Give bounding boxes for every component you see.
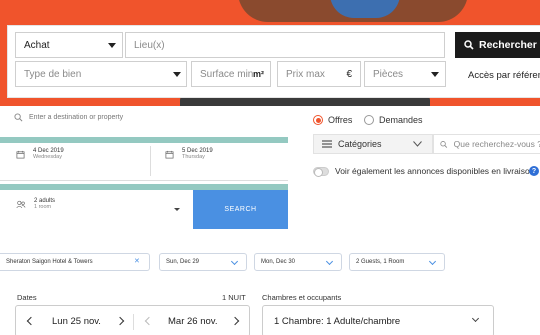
chevron-down-icon bbox=[230, 257, 239, 266]
rooms-select[interactable]: Pièces bbox=[364, 61, 446, 87]
rechercher-label: Rechercher bbox=[479, 39, 537, 51]
radio-demandes[interactable]: Demandes bbox=[364, 115, 423, 125]
transaction-select[interactable]: Achat bbox=[15, 32, 123, 58]
people-icon bbox=[16, 200, 26, 208]
listing-search-placeholder: Que recherchez-vous ? bbox=[453, 139, 540, 149]
checkin-date-field[interactable]: 4 Dec 2019 Wednesday bbox=[16, 148, 64, 160]
rooms-occupants-select[interactable]: 1 Chambre: 1 Adulte/chambre bbox=[262, 305, 494, 335]
checkin-pill[interactable]: Sun, Dec 29 bbox=[159, 253, 247, 271]
property-type-select[interactable]: Type de bien bbox=[15, 61, 187, 87]
hotel-name: Sheraton Saigon Hotel & Towers bbox=[6, 259, 93, 265]
nights-label: 1 NUIT bbox=[222, 293, 246, 302]
checkout-pill[interactable]: Mon, Dec 30 bbox=[254, 253, 342, 271]
checkout-pill-label: Mon, Dec 30 bbox=[261, 259, 296, 265]
caret-down-icon bbox=[431, 72, 439, 77]
checkin-value[interactable]: Lun 25 nov. bbox=[52, 316, 101, 327]
location-placeholder: Lieu(x) bbox=[134, 39, 165, 51]
guests-rooms-pill[interactable]: 2 Guests, 1 Room bbox=[349, 253, 445, 271]
surface-placeholder: Surface min bbox=[200, 68, 254, 80]
checkout-date-field[interactable]: 5 Dec 2019 Thursday bbox=[165, 148, 213, 160]
checkin-pill-label: Sun, Dec 29 bbox=[166, 259, 200, 265]
destination-placeholder: Enter a destination or property bbox=[29, 114, 124, 121]
surface-unit: m² bbox=[253, 69, 264, 79]
clear-icon[interactable]: ✕ bbox=[134, 257, 140, 265]
rechercher-button[interactable]: Rechercher bbox=[455, 32, 540, 58]
date-divider bbox=[150, 146, 151, 176]
location-input[interactable]: Lieu(x) bbox=[125, 32, 445, 58]
categories-label: Catégories bbox=[338, 139, 382, 149]
chevron-down-icon bbox=[325, 257, 334, 266]
price-placeholder: Prix max bbox=[286, 68, 325, 80]
search-icon bbox=[440, 140, 448, 148]
next-date-icon[interactable] bbox=[115, 316, 125, 326]
categories-select[interactable]: Catégories bbox=[313, 134, 433, 154]
rooms-placeholder: Pièces bbox=[373, 68, 404, 80]
radio-selected-icon bbox=[313, 115, 323, 125]
rooms-count: 1 room bbox=[34, 204, 52, 210]
checkin-day: Wednesday bbox=[33, 154, 62, 160]
checkout-value[interactable]: Mar 26 nov. bbox=[168, 316, 217, 327]
search-icon bbox=[464, 40, 474, 50]
guests-rooms-label: 2 Guests, 1 Room bbox=[356, 259, 405, 265]
hotel-search-button[interactable]: SEARCH bbox=[193, 190, 288, 229]
caret-down-icon bbox=[174, 208, 180, 211]
delivery-toggle-label: Voir également les annonces disponibles … bbox=[335, 166, 535, 176]
demandes-label: Demandes bbox=[379, 115, 423, 125]
checkout-day: Thursday bbox=[182, 154, 205, 160]
calendar-icon bbox=[16, 150, 25, 158]
price-max-input[interactable]: Prix max € bbox=[277, 61, 361, 87]
transaction-value: Achat bbox=[24, 39, 50, 51]
surface-min-input[interactable]: Surface min m² bbox=[191, 61, 271, 87]
prev-date-icon[interactable] bbox=[144, 316, 154, 326]
rooms-occupants-value: 1 Chambre: 1 Adulte/chambre bbox=[274, 315, 401, 327]
search-icon bbox=[14, 113, 23, 122]
list-icon bbox=[322, 140, 332, 148]
prev-date-icon[interactable] bbox=[26, 316, 36, 326]
dates-label: Dates bbox=[17, 293, 37, 302]
guests-select[interactable]: 2 adults 1 room bbox=[16, 198, 55, 210]
delivery-toggle[interactable] bbox=[313, 167, 329, 177]
listing-search-input[interactable]: Que recherchez-vous ? bbox=[433, 134, 540, 154]
rooms-occupants-label: Chambres et occupants bbox=[262, 293, 342, 302]
destination-input[interactable]: Enter a destination or property bbox=[14, 113, 123, 122]
access-by-reference-link[interactable]: Accès par référence bbox=[468, 70, 540, 81]
caret-down-icon bbox=[173, 72, 181, 77]
date-separator bbox=[133, 314, 134, 330]
hotel-name-field[interactable]: Sheraton Saigon Hotel & Towers ✕ bbox=[0, 253, 150, 271]
caret-down-icon bbox=[108, 43, 116, 48]
chevron-down-icon bbox=[428, 257, 437, 266]
radio-offres[interactable]: Offres bbox=[313, 115, 352, 125]
property-type-placeholder: Type de bien bbox=[24, 68, 82, 80]
date-range-picker: Lun 25 nov. Mar 26 nov. bbox=[15, 305, 250, 335]
price-unit: € bbox=[346, 68, 352, 80]
divider-line bbox=[0, 180, 288, 181]
chevron-down-icon bbox=[413, 141, 422, 147]
radio-unselected-icon bbox=[364, 115, 374, 125]
divider-bar bbox=[0, 137, 288, 143]
offres-label: Offres bbox=[328, 115, 353, 125]
calendar-icon bbox=[165, 150, 174, 158]
next-date-icon[interactable] bbox=[230, 316, 240, 326]
help-icon[interactable]: ? bbox=[529, 166, 539, 176]
